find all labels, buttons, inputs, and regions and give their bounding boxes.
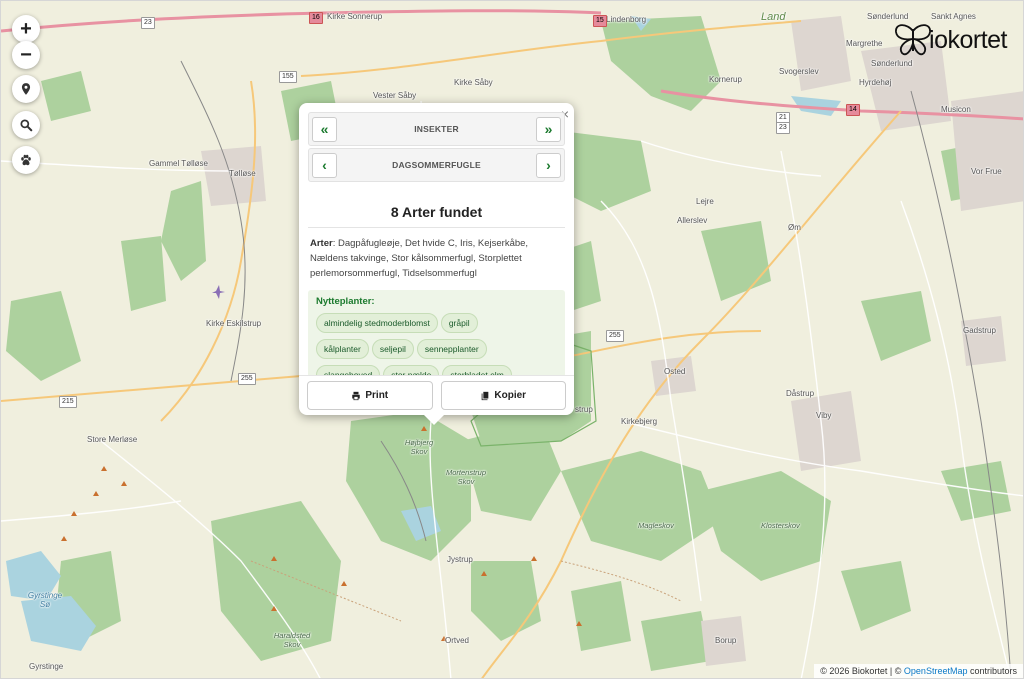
place-kornerup: Kornerup [709,75,742,84]
place-land: Land [761,11,786,23]
place-dastrup: Dåstrup [786,389,815,398]
zoom-in-button[interactable]: + [12,15,40,43]
place-lindenborg: Lindenborg [606,15,647,24]
copy-button[interactable]: Kopier [440,381,566,410]
road-shield-23: 23 [141,17,155,29]
road-shield-15: 15 [593,15,607,27]
species-count: 8 Arter fundet [308,195,565,228]
category-prev-button[interactable]: « [312,116,337,142]
plant-chip[interactable]: stor nælde [383,365,440,375]
place-store-merlose: Store Merløse [87,435,138,444]
road-shield-255-east: 255 [606,330,624,342]
map-attribution: © 2026 Biokortet | © OpenStreetMap contr… [814,664,1023,678]
place-kirke-sonnerup: Kirke Sonnerup [327,12,383,21]
map-frame: Kirke Sonnerup Lindenborg Land Sønderlun… [0,0,1024,679]
species-label: Arter [310,238,333,249]
location-button[interactable] [12,75,40,103]
brand-name: iokortet [929,25,1007,54]
place-gadstrup: Gadstrup [963,326,996,335]
plants-section: Nytteplanter: almindelig stedmoderblomst… [308,290,565,375]
place-haraldsted-skov: Haraldsted Skov [273,631,311,649]
attribution-prefix: © 2026 Biokortet | © [820,666,904,676]
place-vester-saby: Vester Såby [373,91,417,100]
copy-icon [482,391,489,400]
place-sonderlund-2: Sønderlund [871,59,913,68]
category-next-button[interactable]: » [535,116,561,142]
place-gammel-tollose: Gammel Tølløse [149,159,208,168]
place-svogerslev: Svogerslev [779,67,819,76]
search-icon [20,119,33,132]
road-shield-155: 155 [279,71,297,83]
species-popup: × « INSEKTER » ‹ DAGSOMMERFUGLE › 8 Arte… [299,103,574,425]
place-gyrstinge: Gyrstinge [29,662,64,671]
road-shield-215: 215 [59,396,77,408]
minus-icon: − [20,43,32,66]
copy-label: Kopier [494,390,527,401]
place-musicon: Musicon [941,105,971,114]
road-shield-14: 14 [846,104,860,116]
paw-icon [21,154,31,166]
species-list: Arter: Dagpåfugleøje, Det hvide C, Iris,… [310,236,563,281]
plant-chip[interactable]: slangehoved [316,365,381,375]
plants-title: Nytteplanter: [316,296,375,307]
place-allerslev: Allerslev [677,216,708,225]
subcategory-nav: ‹ DAGSOMMERFUGLE › [308,148,565,182]
brand-logo[interactable]: iokortet [893,23,1007,57]
place-jystrup: Jystrup [447,555,473,564]
place-strup: strup [575,405,593,414]
print-button[interactable]: Print [307,381,433,410]
plant-chip[interactable]: storbladet elm [442,365,512,375]
subcategory-prev-button[interactable]: ‹ [312,152,337,178]
subcategory-next-button[interactable]: › [536,152,561,178]
search-button[interactable] [12,111,40,139]
place-tollose: Tølløse [229,169,256,178]
road-shield-255-west: 255 [238,373,256,385]
place-mortenstrup-skov: Mortenstrup Skov [445,468,487,486]
place-viby: Viby [816,411,832,420]
plant-chip[interactable]: kålplanter [316,339,369,359]
plant-chip[interactable]: almindelig stedmoderblomst [316,313,438,333]
plant-chip[interactable]: seljepil [371,339,414,359]
category-title: INSEKTER [414,124,459,134]
place-kirkebjerg: Kirkebjerg [621,417,658,426]
printer-icon [352,391,361,400]
paw-button[interactable] [12,146,40,174]
place-gyrstinge-so: Gyrstinge Sø [27,591,63,609]
place-klosterskov: Klosterskov [761,521,800,530]
place-om: Øm [788,223,801,232]
place-sonderlund-1: Sønderlund [867,12,909,21]
place-ortved: Ortved [445,636,470,645]
location-pin-icon [21,83,31,95]
osm-link[interactable]: OpenStreetMap [904,666,968,676]
attribution-suffix: contributors [967,666,1017,676]
popup-actions: Print Kopier [299,375,574,415]
place-hyrdehoj: Hyrdehøj [859,78,892,87]
road-shield-23b: 23 [776,122,790,134]
place-vor-frue: Vor Frue [971,167,1002,176]
popup-content[interactable]: 8 Arter fundet Arter: Dagpåfugleøje, Det… [308,195,565,375]
place-margrethe: Margrethe [846,39,883,48]
place-kirke-saby: Kirke Såby [454,78,493,87]
plus-icon: + [20,17,32,40]
place-magleskov: Magleskov [638,521,674,530]
plant-chip[interactable]: sennepplanter [416,339,487,359]
road-shield-16: 16 [309,12,323,24]
category-nav: « INSEKTER » [308,112,565,146]
species-names: : Dagpåfugleøje, Det hvide C, Iris, Kejs… [310,238,529,279]
butterfly-icon [895,24,931,56]
place-osted: Osted [664,367,686,376]
subcategory-title: DAGSOMMERFUGLE [392,160,481,170]
place-lejre: Lejre [696,197,714,206]
zoom-out-button[interactable]: − [12,41,40,69]
place-hojbjerg-skov: Højbjerg Skov [404,438,434,456]
print-label: Print [365,390,389,401]
plant-chip[interactable]: gråpil [440,313,478,333]
place-sankt-agnes: Sankt Agnes [931,12,976,21]
place-borup: Borup [715,636,737,645]
place-kirke-eskilstrup: Kirke Eskilstrup [206,319,262,328]
